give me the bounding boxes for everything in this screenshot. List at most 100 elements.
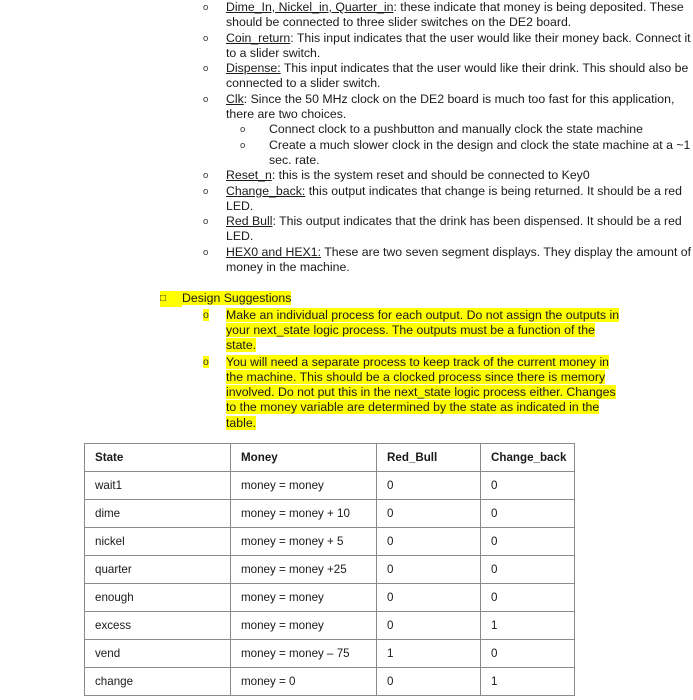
cell-change-back: 1 xyxy=(480,667,575,696)
cell-red-bull: 0 xyxy=(376,555,481,584)
list-item: o Change_back: this output indicates tha… xyxy=(0,184,693,215)
clk-choice-text: Create a much slower clock in the design… xyxy=(269,137,691,167)
cell-money: money = money xyxy=(230,611,377,640)
cell-change-back: 0 xyxy=(480,499,575,528)
cell-change-back: 0 xyxy=(480,583,575,612)
port-term: Red Bull xyxy=(226,214,273,229)
table-row: vend money = money – 75 1 0 xyxy=(84,639,575,668)
bullet-marker-icon: o xyxy=(203,185,209,197)
bullet-marker-icon: o xyxy=(203,355,209,368)
cell-state: quarter xyxy=(84,555,231,584)
list-item-text: HEX0 and HEX1: These are two seven segme… xyxy=(226,245,693,276)
bullet-marker-icon: o xyxy=(240,124,246,136)
table-body: wait1 money = money 0 0 dime money = mon… xyxy=(84,471,575,696)
column-header-red-bull: Red_Bull xyxy=(376,443,481,472)
cell-change-back: 1 xyxy=(480,611,575,640)
port-term: Coin_return xyxy=(226,30,291,45)
design-suggestion-item: o You will need a separate process to ke… xyxy=(0,354,693,431)
cell-red-bull: 0 xyxy=(376,611,481,640)
port-description: this is the system reset and should be c… xyxy=(275,168,590,183)
cell-money: money = money +25 xyxy=(230,555,377,584)
state-money-table: State Money Red_Bull Change_back wait1 m… xyxy=(84,443,575,696)
column-header-state: State xyxy=(84,443,231,472)
port-description: This input indicates that the user would… xyxy=(226,61,689,91)
list-item-text: Dispense: This input indicates that the … xyxy=(226,61,693,92)
list-item: o Dispense: This input indicates that th… xyxy=(0,61,693,92)
list-item-text: Red Bull: This output indicates that the… xyxy=(226,214,693,245)
table-row: dime money = money + 10 0 0 xyxy=(84,499,575,528)
cell-money: money = money + 10 xyxy=(230,499,377,528)
cell-change-back: 0 xyxy=(480,471,575,500)
bullet-marker-icon: o xyxy=(203,93,209,105)
list-item: o Dime_In, Nickel_in, Quarter_in: these … xyxy=(0,0,693,31)
clk-choice-text: Connect clock to a pushbutton and manual… xyxy=(269,122,643,137)
cell-money: money = money + 5 xyxy=(230,527,377,556)
cell-change-back: 0 xyxy=(480,639,575,668)
port-term: Clk xyxy=(226,91,244,106)
list-item-text: Dime_In, Nickel_in, Quarter_in: these in… xyxy=(226,0,693,31)
cell-state: excess xyxy=(84,611,231,640)
port-term: HEX0 and HEX1: xyxy=(226,244,322,259)
list-item-text: Coin_return: This input indicates that t… xyxy=(226,31,693,62)
bullet-marker-icon: o xyxy=(203,32,209,44)
bullet-marker-icon: o xyxy=(203,308,209,321)
cell-money: money = money xyxy=(230,583,377,612)
cell-state: nickel xyxy=(84,527,231,556)
bullet-marker-icon: o xyxy=(203,246,209,258)
design-suggestions-heading-text: Design Suggestions xyxy=(182,291,292,306)
port-term: Change_back: xyxy=(226,183,306,198)
cell-red-bull: 0 xyxy=(376,527,481,556)
design-suggestions-section: □ Design Suggestions o Make an individua… xyxy=(0,291,693,431)
column-header-change-back: Change_back xyxy=(480,443,575,472)
port-description: Since the 50 MHz clock on the DE2 board … xyxy=(226,91,675,122)
table-row: enough money = money 0 0 xyxy=(84,583,575,612)
list-item-text: Reset_n: this is the system reset and sh… xyxy=(226,168,693,183)
cell-state: dime xyxy=(84,499,231,528)
cell-red-bull: 0 xyxy=(376,471,481,500)
list-item: o Reset_n: this is the system reset and … xyxy=(0,168,693,183)
cell-change-back: 0 xyxy=(480,555,575,584)
list-item: o Red Bull: This output indicates that t… xyxy=(0,214,693,245)
bullet-marker-icon: o xyxy=(240,139,246,151)
cell-state: wait1 xyxy=(84,471,231,500)
bullet-marker-icon: o xyxy=(203,170,209,182)
cell-money: money = 0 xyxy=(230,667,377,696)
table-row: change money = 0 0 1 xyxy=(84,667,575,696)
port-description: This output indicates that the drink has… xyxy=(226,214,682,244)
list-item: o Coin_return: This input indicates that… xyxy=(0,31,693,62)
list-item-nested: o Connect clock to a pushbutton and manu… xyxy=(0,122,693,137)
table-row: quarter money = money +25 0 0 xyxy=(84,555,575,584)
column-header-money: Money xyxy=(230,443,377,472)
cell-money: money = money – 75 xyxy=(230,639,377,668)
table-row: wait1 money = money 0 0 xyxy=(84,471,575,500)
table-row: excess money = money 0 1 xyxy=(84,611,575,640)
cell-red-bull: 0 xyxy=(376,667,481,696)
cell-red-bull: 0 xyxy=(376,583,481,612)
cell-money: money = money xyxy=(230,471,377,500)
design-suggestion-text: Make an individual process for each outp… xyxy=(226,307,620,353)
bullet-marker-icon: o xyxy=(203,216,209,228)
list-item-nested: o Create a much slower clock in the desi… xyxy=(0,138,693,169)
state-table-container: State Money Red_Bull Change_back wait1 m… xyxy=(84,443,575,696)
port-description-list: o Dime_In, Nickel_in, Quarter_in: these … xyxy=(0,0,693,275)
document-page: o Dime_In, Nickel_in, Quarter_in: these … xyxy=(0,0,693,700)
list-item: o HEX0 and HEX1: These are two seven seg… xyxy=(0,245,693,276)
cell-state: enough xyxy=(84,583,231,612)
square-bullet-icon: □ xyxy=(160,291,182,307)
port-description: This input indicates that the user would… xyxy=(226,30,691,60)
design-suggestions-heading: □ Design Suggestions xyxy=(0,291,693,307)
port-term: Dime_In, Nickel_in, Quarter_in xyxy=(226,0,394,14)
list-item-text: Change_back: this output indicates that … xyxy=(226,184,693,215)
list-item: o Clk: Since the 50 MHz clock on the DE2… xyxy=(0,92,693,123)
cell-red-bull: 0 xyxy=(376,499,481,528)
cell-change-back: 0 xyxy=(480,527,575,556)
cell-state: change xyxy=(84,667,231,696)
bullet-marker-icon: o xyxy=(203,2,209,13)
table-header-row: State Money Red_Bull Change_back xyxy=(84,443,575,472)
table-row: nickel money = money + 5 0 0 xyxy=(84,527,575,556)
design-suggestion-item: o Make an individual process for each ou… xyxy=(0,307,693,354)
cell-state: vend xyxy=(84,639,231,668)
port-term: Dispense: xyxy=(226,61,281,76)
list-item-text: Clk: Since the 50 MHz clock on the DE2 b… xyxy=(226,92,693,123)
bullet-marker-icon: o xyxy=(203,63,209,75)
